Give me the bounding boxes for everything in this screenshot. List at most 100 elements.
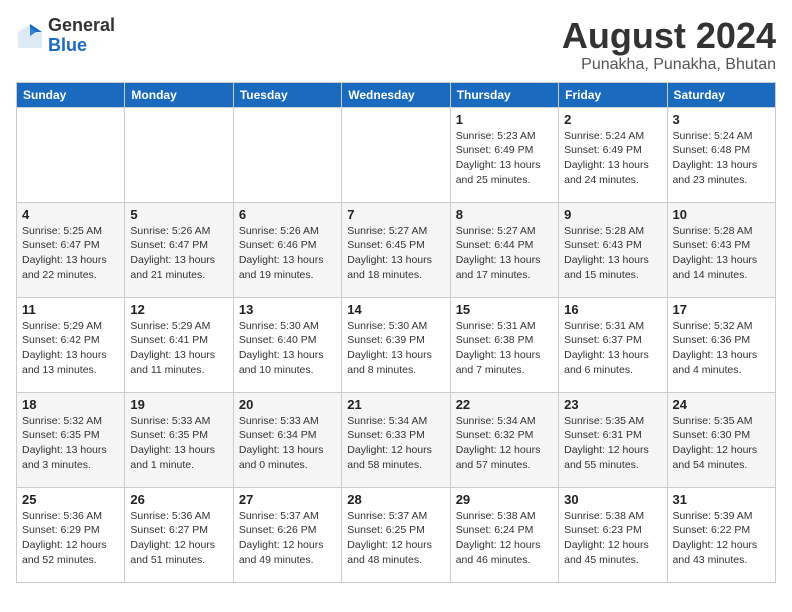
day-number: 22 — [456, 397, 553, 412]
day-number: 1 — [456, 112, 553, 127]
day-info: Sunrise: 5:38 AM Sunset: 6:24 PM Dayligh… — [456, 509, 553, 568]
day-info: Sunrise: 5:27 AM Sunset: 6:45 PM Dayligh… — [347, 224, 444, 283]
calendar-cell: 14Sunrise: 5:30 AM Sunset: 6:39 PM Dayli… — [342, 297, 450, 392]
weekday-header-row: SundayMondayTuesdayWednesdayThursdayFrid… — [17, 82, 776, 107]
week-row-1: 1 Sunrise: 5:23 AM Sunset: 6:49 PM Daylig… — [17, 107, 776, 202]
day-number: 2 — [564, 112, 661, 127]
calendar-cell: 21 Sunrise: 5:34 AM Sunset: 6:33 PM Dayli… — [342, 392, 450, 487]
day-number: 8 — [456, 207, 553, 222]
calendar-cell: 23 Sunrise: 5:35 AM Sunset: 6:31 PM Dayli… — [559, 392, 667, 487]
calendar-cell: 31Sunrise: 5:39 AM Sunset: 6:22 PM Dayli… — [667, 487, 775, 582]
week-row-4: 18Sunrise: 5:32 AM Sunset: 6:35 PM Dayli… — [17, 392, 776, 487]
day-number: 10 — [673, 207, 770, 222]
weekday-header-wednesday: Wednesday — [342, 82, 450, 107]
week-row-5: 25 Sunrise: 5:36 AM Sunset: 6:29 PM Dayli… — [17, 487, 776, 582]
day-number: 23 — [564, 397, 661, 412]
calendar-cell: 9 Sunrise: 5:28 AM Sunset: 6:43 PM Daylig… — [559, 202, 667, 297]
day-number: 4 — [22, 207, 119, 222]
day-info: Sunrise: 5:29 AM Sunset: 6:41 PM Dayligh… — [130, 319, 227, 378]
day-info: Sunrise: 5:36 AM Sunset: 6:29 PM Dayligh… — [22, 509, 119, 568]
calendar-cell — [17, 107, 125, 202]
day-number: 28 — [347, 492, 444, 507]
calendar-cell: 3 Sunrise: 5:24 AM Sunset: 6:48 PM Daylig… — [667, 107, 775, 202]
day-info: Sunrise: 5:31 AM Sunset: 6:38 PM Dayligh… — [456, 319, 553, 378]
day-info: Sunrise: 5:28 AM Sunset: 6:43 PM Dayligh… — [564, 224, 661, 283]
calendar-cell: 19 Sunrise: 5:33 AM Sunset: 6:35 PM Dayli… — [125, 392, 233, 487]
weekday-header-tuesday: Tuesday — [233, 82, 341, 107]
location: Punakha, Punakha, Bhutan — [562, 56, 776, 74]
calendar: SundayMondayTuesdayWednesdayThursdayFrid… — [16, 82, 776, 583]
day-info: Sunrise: 5:28 AM Sunset: 6:43 PM Dayligh… — [673, 224, 770, 283]
day-info: Sunrise: 5:26 AM Sunset: 6:46 PM Dayligh… — [239, 224, 336, 283]
day-number: 29 — [456, 492, 553, 507]
day-info: Sunrise: 5:24 AM Sunset: 6:49 PM Dayligh… — [564, 129, 661, 188]
day-number: 30 — [564, 492, 661, 507]
day-info: Sunrise: 5:27 AM Sunset: 6:44 PM Dayligh… — [456, 224, 553, 283]
calendar-cell: 10 Sunrise: 5:28 AM Sunset: 6:43 PM Dayli… — [667, 202, 775, 297]
calendar-cell — [342, 107, 450, 202]
day-info: Sunrise: 5:30 AM Sunset: 6:40 PM Dayligh… — [239, 319, 336, 378]
calendar-cell: 28 Sunrise: 5:37 AM Sunset: 6:25 PM Dayli… — [342, 487, 450, 582]
calendar-cell: 26 Sunrise: 5:36 AM Sunset: 6:27 PM Dayli… — [125, 487, 233, 582]
day-number: 3 — [673, 112, 770, 127]
day-number: 16 — [564, 302, 661, 317]
day-number: 12 — [130, 302, 227, 317]
day-number: 18 — [22, 397, 119, 412]
week-row-2: 4 Sunrise: 5:25 AM Sunset: 6:47 PM Daylig… — [17, 202, 776, 297]
day-number: 19 — [130, 397, 227, 412]
day-number: 7 — [347, 207, 444, 222]
calendar-cell: 27Sunrise: 5:37 AM Sunset: 6:26 PM Dayli… — [233, 487, 341, 582]
calendar-cell: 11 Sunrise: 5:29 AM Sunset: 6:42 PM Dayli… — [17, 297, 125, 392]
day-number: 9 — [564, 207, 661, 222]
day-number: 26 — [130, 492, 227, 507]
day-number: 24 — [673, 397, 770, 412]
calendar-cell: 1 Sunrise: 5:23 AM Sunset: 6:49 PM Daylig… — [450, 107, 558, 202]
logo-general: General — [48, 15, 115, 35]
title-block: August 2024 Punakha, Punakha, Bhutan — [562, 16, 776, 74]
weekday-header-monday: Monday — [125, 82, 233, 107]
month-title: August 2024 — [562, 16, 776, 56]
calendar-cell: 13 Sunrise: 5:30 AM Sunset: 6:40 PM Dayli… — [233, 297, 341, 392]
day-number: 21 — [347, 397, 444, 412]
calendar-cell: 25 Sunrise: 5:36 AM Sunset: 6:29 PM Dayli… — [17, 487, 125, 582]
calendar-cell — [125, 107, 233, 202]
calendar-cell: 12 Sunrise: 5:29 AM Sunset: 6:41 PM Dayli… — [125, 297, 233, 392]
day-info: Sunrise: 5:34 AM Sunset: 6:33 PM Dayligh… — [347, 414, 444, 473]
day-info: Sunrise: 5:25 AM Sunset: 6:47 PM Dayligh… — [22, 224, 119, 283]
day-number: 11 — [22, 302, 119, 317]
calendar-cell: 5Sunrise: 5:26 AM Sunset: 6:47 PM Daylig… — [125, 202, 233, 297]
day-number: 6 — [239, 207, 336, 222]
day-number: 13 — [239, 302, 336, 317]
day-info: Sunrise: 5:31 AM Sunset: 6:37 PM Dayligh… — [564, 319, 661, 378]
weekday-header-thursday: Thursday — [450, 82, 558, 107]
calendar-cell: 18Sunrise: 5:32 AM Sunset: 6:35 PM Dayli… — [17, 392, 125, 487]
day-info: Sunrise: 5:24 AM Sunset: 6:48 PM Dayligh… — [673, 129, 770, 188]
calendar-cell: 7 Sunrise: 5:27 AM Sunset: 6:45 PM Daylig… — [342, 202, 450, 297]
calendar-cell: 8 Sunrise: 5:27 AM Sunset: 6:44 PM Daylig… — [450, 202, 558, 297]
day-number: 20 — [239, 397, 336, 412]
calendar-cell: 4 Sunrise: 5:25 AM Sunset: 6:47 PM Daylig… — [17, 202, 125, 297]
calendar-cell: 17Sunrise: 5:32 AM Sunset: 6:36 PM Dayli… — [667, 297, 775, 392]
day-info: Sunrise: 5:34 AM Sunset: 6:32 PM Dayligh… — [456, 414, 553, 473]
calendar-cell: 15 Sunrise: 5:31 AM Sunset: 6:38 PM Dayli… — [450, 297, 558, 392]
calendar-cell: 2 Sunrise: 5:24 AM Sunset: 6:49 PM Daylig… — [559, 107, 667, 202]
calendar-cell: 22 Sunrise: 5:34 AM Sunset: 6:32 PM Dayli… — [450, 392, 558, 487]
logo-text: General Blue — [48, 16, 115, 56]
day-info: Sunrise: 5:38 AM Sunset: 6:23 PM Dayligh… — [564, 509, 661, 568]
calendar-cell: 16 Sunrise: 5:31 AM Sunset: 6:37 PM Dayli… — [559, 297, 667, 392]
day-info: Sunrise: 5:30 AM Sunset: 6:39 PM Dayligh… — [347, 319, 444, 378]
day-info: Sunrise: 5:23 AM Sunset: 6:49 PM Dayligh… — [456, 129, 553, 188]
day-info: Sunrise: 5:39 AM Sunset: 6:22 PM Dayligh… — [673, 509, 770, 568]
day-info: Sunrise: 5:37 AM Sunset: 6:25 PM Dayligh… — [347, 509, 444, 568]
logo: General Blue — [16, 16, 115, 56]
day-number: 15 — [456, 302, 553, 317]
day-info: Sunrise: 5:33 AM Sunset: 6:35 PM Dayligh… — [130, 414, 227, 473]
day-info: Sunrise: 5:35 AM Sunset: 6:31 PM Dayligh… — [564, 414, 661, 473]
calendar-cell: 29 Sunrise: 5:38 AM Sunset: 6:24 PM Dayli… — [450, 487, 558, 582]
calendar-cell — [233, 107, 341, 202]
day-info: Sunrise: 5:26 AM Sunset: 6:47 PM Dayligh… — [130, 224, 227, 283]
day-number: 25 — [22, 492, 119, 507]
logo-icon — [16, 22, 44, 50]
day-info: Sunrise: 5:29 AM Sunset: 6:42 PM Dayligh… — [22, 319, 119, 378]
day-info: Sunrise: 5:36 AM Sunset: 6:27 PM Dayligh… — [130, 509, 227, 568]
